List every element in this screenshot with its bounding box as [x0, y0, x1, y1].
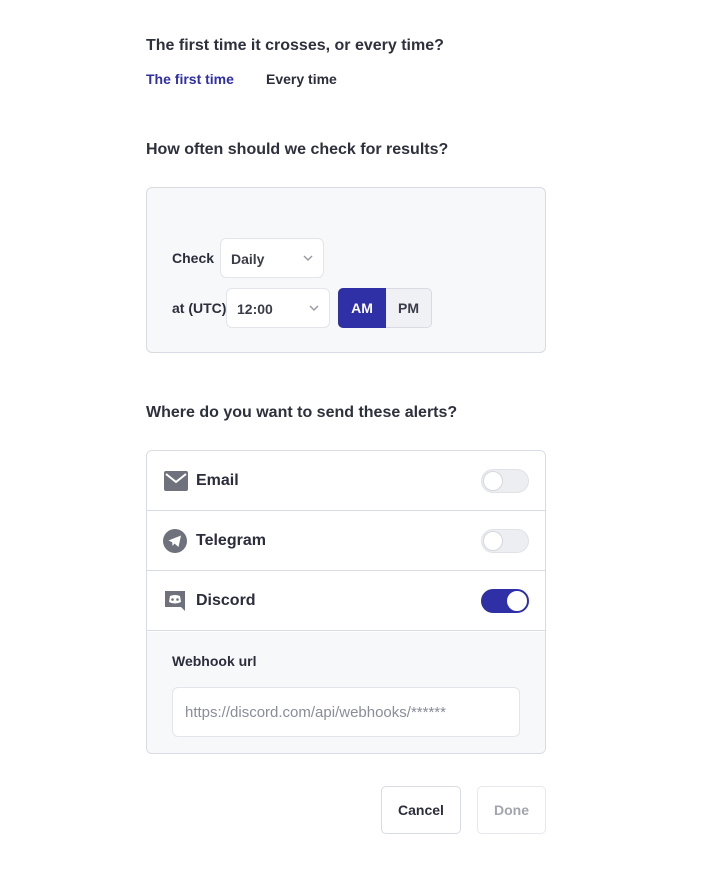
option-every-time[interactable]: Every time	[266, 71, 337, 87]
cancel-button[interactable]: Cancel	[381, 786, 461, 834]
crossing-question: The first time it crosses, or every time…	[146, 37, 444, 54]
chevron-down-icon	[303, 255, 313, 262]
channel-row-discord: Discord	[147, 571, 545, 631]
webhook-url-input[interactable]	[172, 687, 520, 737]
alerts-question: Where do you want to send these alerts?	[146, 404, 458, 421]
telegram-icon	[163, 529, 187, 553]
discord-toggle[interactable]	[481, 589, 529, 613]
discord-icon	[165, 591, 185, 611]
channel-name-discord: Discord	[196, 592, 256, 609]
time-select[interactable]: 12:00	[226, 288, 330, 328]
toggle-knob	[483, 531, 503, 551]
check-label: Check	[172, 250, 215, 266]
schedule-panel: Check Daily at (UTC) 12:00 AM PM	[146, 187, 546, 353]
channel-row-email: Email	[147, 451, 545, 511]
chevron-down-icon	[309, 305, 319, 312]
time-utc-label: at (UTC)	[172, 300, 227, 316]
pm-button[interactable]: PM	[386, 288, 432, 328]
webhook-label: Webhook url	[172, 653, 257, 669]
toggle-knob	[483, 471, 503, 491]
schedule-question: How often should we check for results?	[146, 141, 449, 158]
check-frequency-value: Daily	[231, 251, 265, 267]
check-frequency-select[interactable]: Daily	[220, 238, 324, 278]
envelope-icon	[164, 471, 188, 491]
option-first-time[interactable]: The first time	[146, 71, 234, 87]
telegram-toggle[interactable]	[481, 529, 529, 553]
email-toggle[interactable]	[481, 469, 529, 493]
channel-row-telegram: Telegram	[147, 511, 545, 571]
toggle-knob	[507, 591, 527, 611]
done-button[interactable]: Done	[477, 786, 546, 834]
channel-name-email: Email	[196, 472, 239, 489]
am-button[interactable]: AM	[338, 288, 386, 328]
time-value: 12:00	[237, 301, 273, 317]
channel-name-telegram: Telegram	[196, 532, 266, 549]
webhook-settings: Webhook url	[147, 632, 545, 753]
alert-channels-box: Email Telegram Discord Webhook url	[146, 450, 546, 754]
